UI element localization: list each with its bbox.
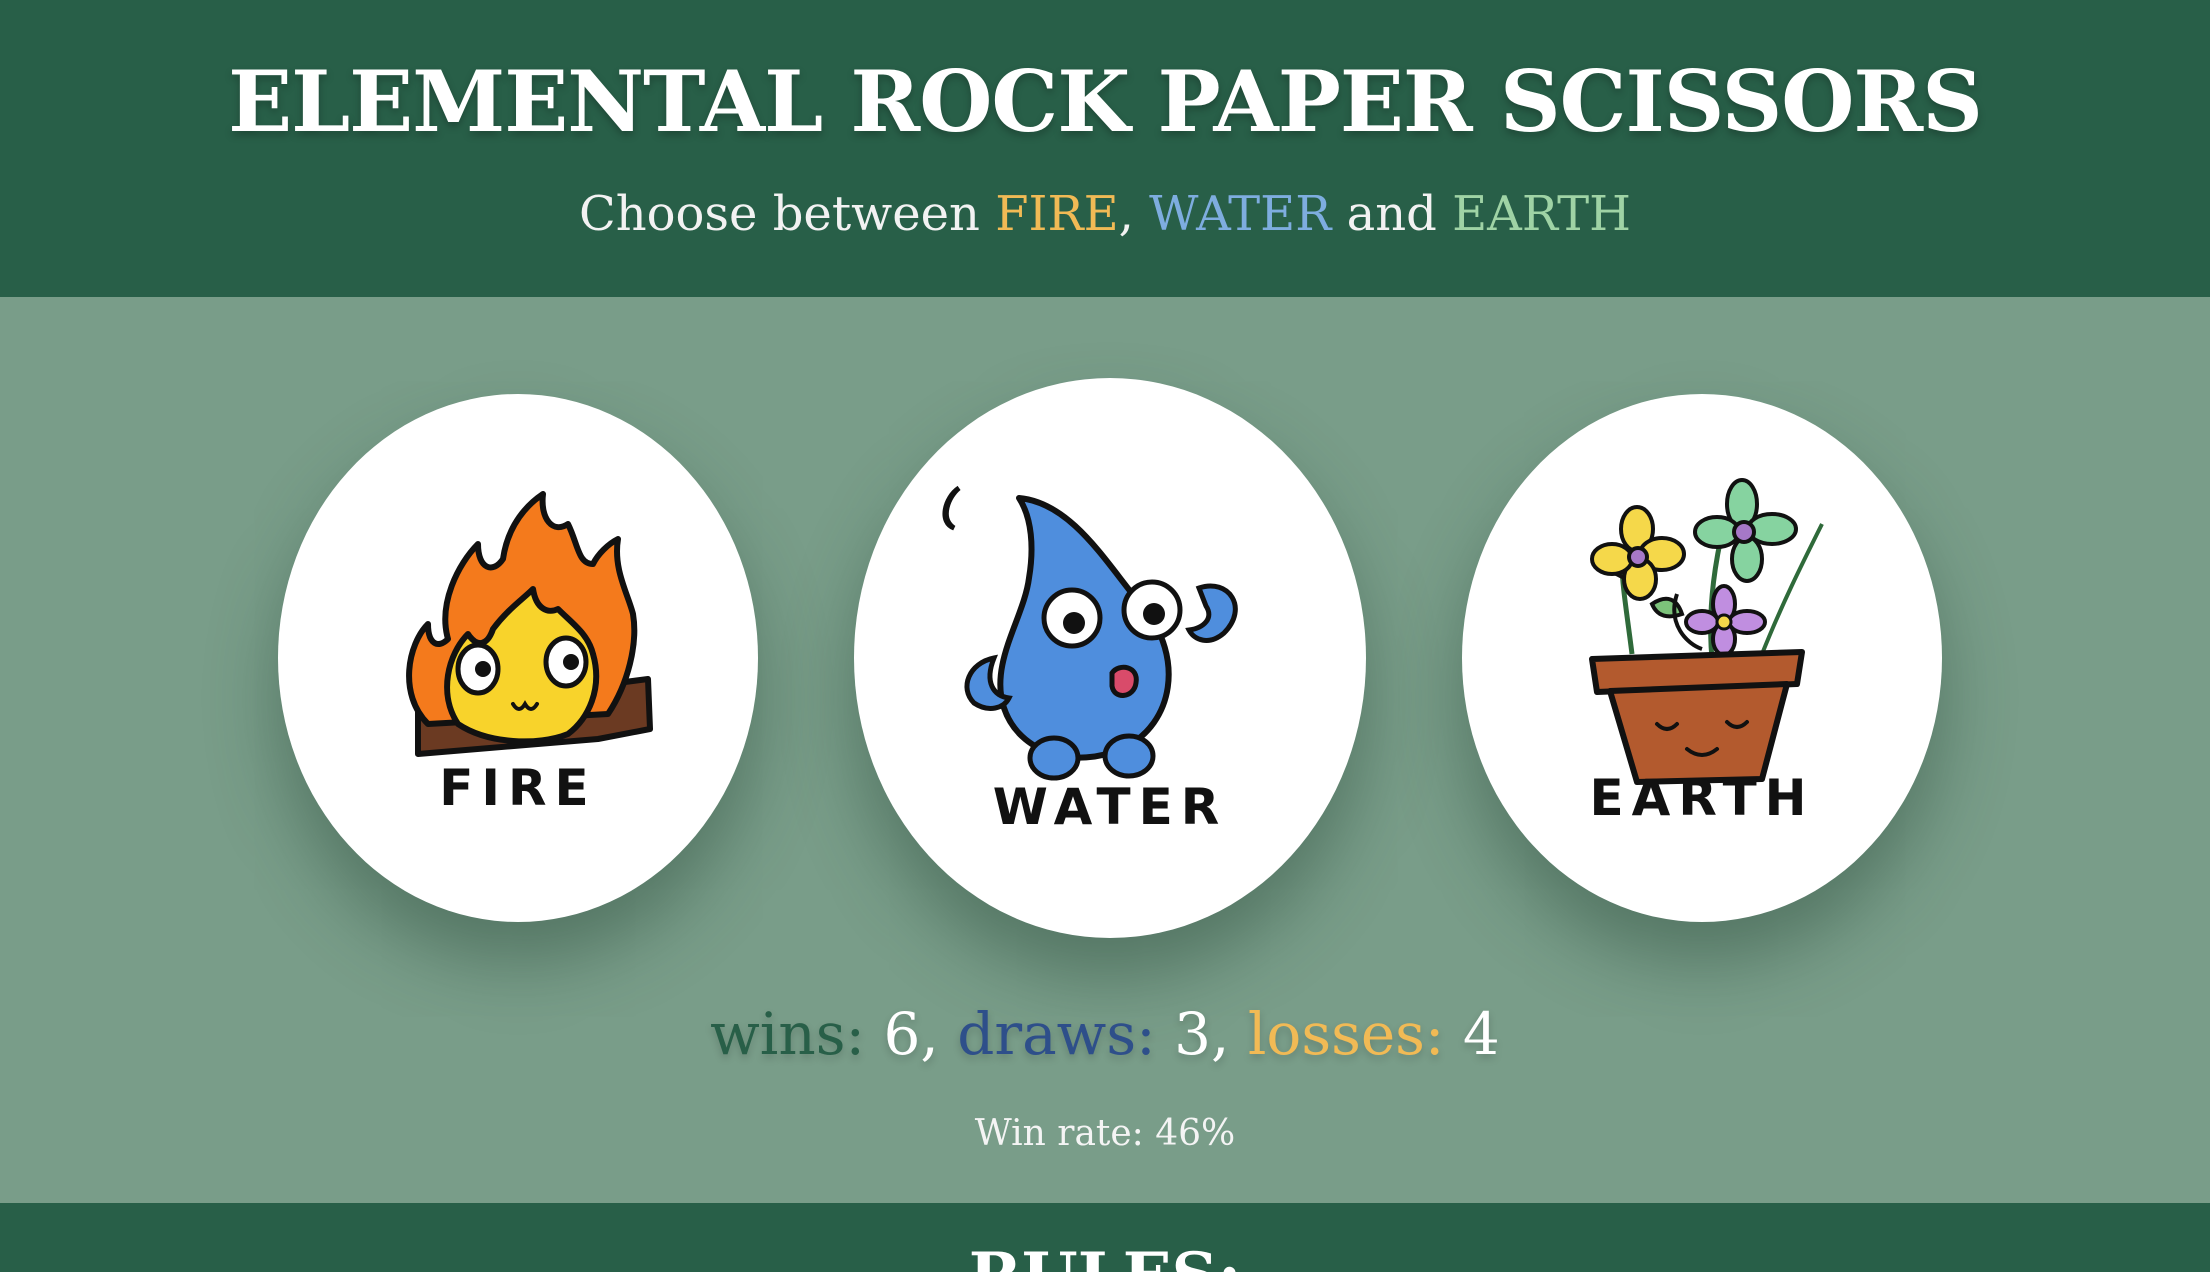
subtitle: Choose between FIRE, WATER and EARTH <box>0 186 2210 244</box>
subtitle-water: WATER <box>1149 186 1332 242</box>
wins-label: wins: <box>710 1000 866 1068</box>
earth-choice-button[interactable]: EARTH <box>1462 394 1942 922</box>
page-title: ELEMENTAL ROCK PAPER SCISSORS <box>228 52 1983 151</box>
losses-count: 4 <box>1462 1000 1500 1068</box>
rules-title: RULES: <box>0 1239 2210 1272</box>
score-display: wins: 6, draws: 3, losses: 4 <box>710 1000 1500 1068</box>
wins-count: 6 <box>883 1000 921 1068</box>
subtitle-fire: FIRE <box>995 186 1119 242</box>
losses-label: losses: <box>1247 1000 1445 1068</box>
fire-choice-button[interactable]: FIRE <box>278 394 758 922</box>
subtitle-earth: EARTH <box>1452 186 1632 242</box>
water-drop-icon <box>942 485 1238 781</box>
win-rate: Win rate: 46% <box>974 1113 1236 1154</box>
flower-pot-icon <box>1589 478 1824 785</box>
water-label: WATER <box>992 778 1228 836</box>
header: ELEMENTAL ROCK PAPER SCISSORS Choose bet… <box>0 0 2210 297</box>
rules-section: RULES: <box>0 1203 2210 1272</box>
draws-count: 3 <box>1174 1000 1211 1068</box>
subtitle-sep1: , <box>1118 186 1150 242</box>
subtitle-prefix: Choose between <box>578 186 996 242</box>
earth-label: EARTH <box>1589 769 1815 827</box>
water-choice-button[interactable]: WATER <box>854 378 1366 938</box>
fire-icon <box>406 491 653 757</box>
fire-label: FIRE <box>439 759 597 817</box>
subtitle-sep2: and <box>1331 186 1453 242</box>
draws-label: draws: <box>957 1000 1156 1068</box>
